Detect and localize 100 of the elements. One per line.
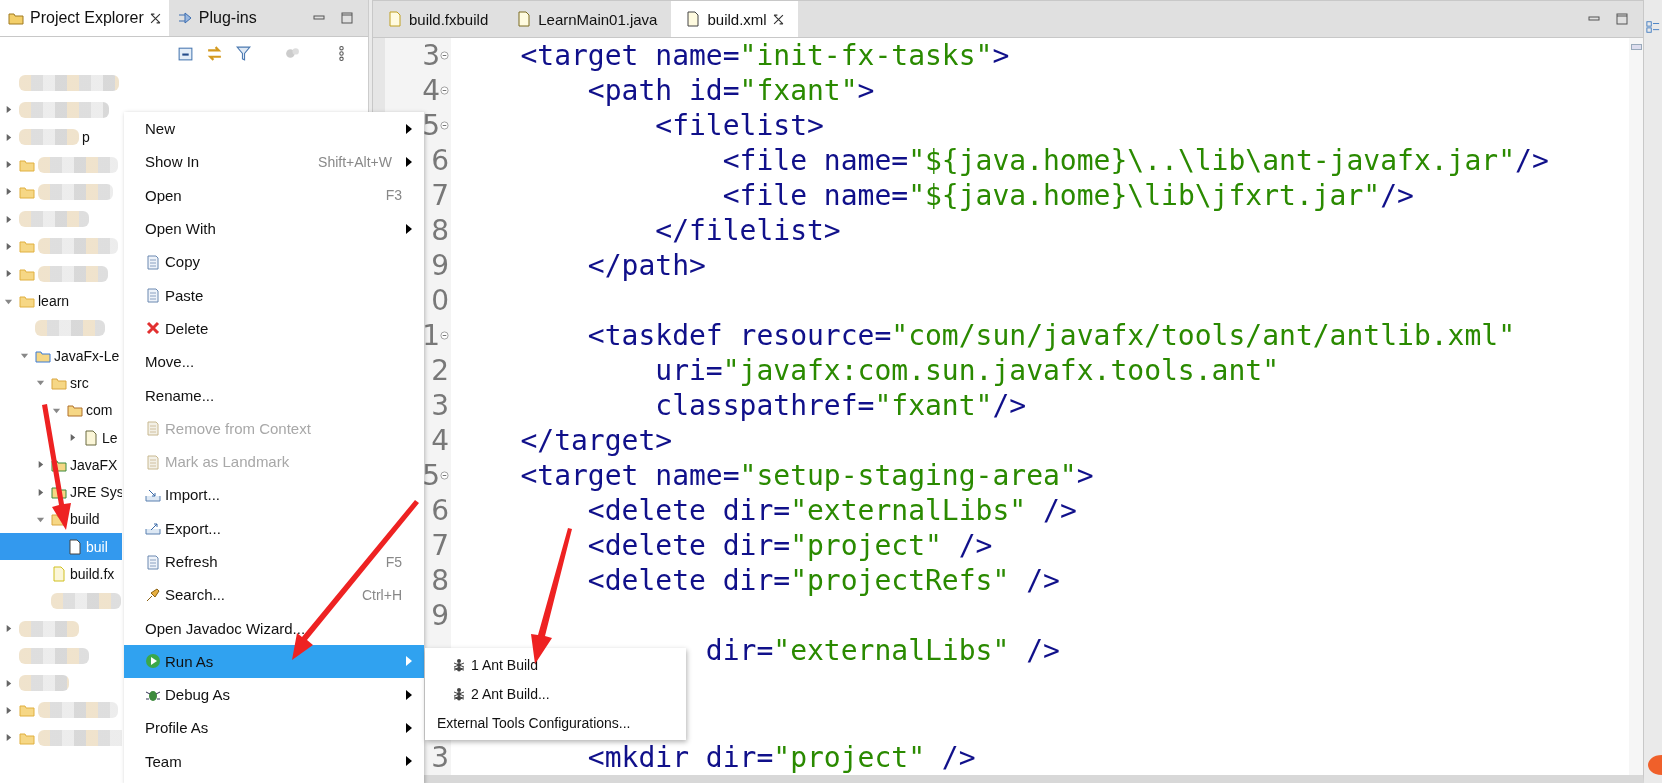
menu-item[interactable]: Copy	[124, 245, 424, 279]
fold-icon[interactable]	[440, 471, 449, 480]
expand-arrow-icon[interactable]	[4, 214, 13, 224]
blurred-text	[19, 647, 89, 664]
tree-item[interactable]: build.fx	[0, 560, 122, 588]
file-icon	[516, 11, 533, 27]
menu-item[interactable]: Export...	[124, 511, 424, 545]
fold-icon[interactable]	[440, 121, 449, 130]
expand-arrow-icon[interactable]	[4, 624, 13, 634]
search-icon	[145, 586, 161, 603]
tree-item[interactable]: com	[0, 396, 122, 424]
close-icon[interactable]	[772, 13, 784, 25]
code-line: uri="javafx:com.sun.javafx.tools.ant"	[655, 354, 1279, 387]
tree-item[interactable]: p	[0, 123, 122, 151]
floating-icon[interactable]	[1646, 753, 1662, 777]
link-arrows-icon[interactable]	[206, 44, 223, 62]
tree-item[interactable]: Le	[0, 423, 122, 452]
line-number: 9	[431, 599, 449, 632]
code-line: <delete dir="project" />	[587, 529, 993, 562]
submenu-arrow-icon	[406, 156, 412, 167]
expand-arrow-icon[interactable]	[36, 460, 45, 470]
view-tab[interactable]: Project Explorer	[0, 0, 169, 36]
submenu-arrow-icon	[406, 123, 412, 134]
code-line: classpathref="fxant"/>	[655, 389, 1027, 422]
submenu-arrow-icon	[406, 223, 412, 234]
copy-icon	[145, 253, 161, 270]
file-icon	[685, 11, 702, 27]
code-line: <target name="setup-staging-area">	[520, 459, 1094, 492]
expand-arrow-icon[interactable]	[68, 433, 77, 442]
line-number: 5	[422, 459, 440, 492]
menu-item[interactable]: External Tools Configurations...	[425, 708, 686, 738]
expand-arrow-icon[interactable]	[36, 378, 45, 388]
editor-tab[interactable]: build.fxbuild	[373, 1, 503, 37]
file-icon	[387, 11, 403, 27]
expand-arrow-icon[interactable]	[36, 487, 45, 497]
folder-icon	[19, 293, 35, 309]
expand-arrow-icon[interactable]	[4, 269, 13, 279]
menu-item[interactable]: Team	[124, 744, 424, 778]
ant-icon	[453, 657, 465, 672]
menu-item[interactable]: Move...	[124, 345, 424, 379]
menu-item[interactable]: New	[124, 112, 424, 146]
overview-marker	[1631, 44, 1642, 50]
line-number: 6	[431, 144, 449, 177]
shortcut-label: Shift+Alt+W	[318, 153, 392, 170]
expand-arrow-icon[interactable]	[4, 705, 13, 715]
item-label: p	[82, 129, 90, 146]
expand-arrow-icon[interactable]	[20, 351, 29, 361]
editor-tab[interactable]: build.xml	[671, 1, 798, 37]
line-number: 3	[431, 389, 449, 422]
menu-item[interactable]: Refresh F5	[124, 544, 424, 579]
close-icon[interactable]	[149, 12, 161, 24]
menu-item[interactable]: Import...	[124, 478, 424, 512]
line-number: 9	[431, 249, 449, 282]
code-line: <mkdir dir="project" />	[587, 741, 976, 774]
expand-arrow-icon[interactable]	[4, 241, 13, 251]
fold-icon[interactable]	[440, 86, 449, 95]
plug-icon	[176, 10, 193, 26]
file-icon	[83, 429, 99, 446]
menu-item[interactable]: Debug As	[124, 678, 424, 712]
menu-item[interactable]: Show In Shift+Alt+W	[124, 145, 424, 179]
code-line: <path id="fxant">	[587, 74, 875, 107]
menu-item[interactable]: Delete	[124, 311, 424, 346]
code-line: <file name="${java.home}\lib\jfxrt.jar"/>	[722, 179, 1414, 212]
expand-arrow-icon[interactable]	[4, 733, 13, 743]
menu-item[interactable]: Profile As	[124, 711, 424, 745]
menu-item[interactable]: Paste	[124, 278, 424, 312]
menu-item[interactable]: Open Javadoc Wizard...	[124, 611, 424, 645]
expand-arrow-icon[interactable]	[4, 132, 13, 142]
menu-item[interactable]: Rename...	[124, 378, 424, 412]
tree-item[interactable]: learn	[0, 287, 122, 315]
export-icon	[145, 520, 161, 537]
menu-item[interactable]: 2 Ant Build...	[425, 679, 686, 708]
menu-item[interactable]: Open With	[124, 211, 424, 246]
maximize-icon[interactable]	[340, 11, 354, 25]
expand-arrow-icon[interactable]	[4, 187, 13, 197]
expand-arrow-icon[interactable]	[4, 105, 13, 115]
menu-item[interactable]: Run As	[124, 644, 424, 679]
line-number: 1	[422, 319, 440, 352]
filter-icon[interactable]	[235, 44, 252, 62]
menu-item[interactable]: Open F3	[124, 178, 424, 212]
tree-item[interactable]: src	[0, 369, 122, 397]
maximize-icon[interactable]	[1615, 12, 1629, 26]
paste-icon	[145, 287, 161, 304]
expand-arrow-icon[interactable]	[4, 678, 13, 688]
menu-item[interactable]: Search... Ctrl+H	[124, 578, 424, 612]
submenu-arrow-icon	[406, 689, 412, 700]
view-tab[interactable]: Plug-ins	[168, 0, 265, 36]
outline-icon[interactable]	[1646, 20, 1660, 34]
submenu-arrow-icon	[406, 656, 412, 667]
fold-icon[interactable]	[440, 331, 449, 340]
file-icon	[67, 538, 83, 555]
blurred-text	[19, 675, 69, 692]
fold-icon[interactable]	[440, 51, 449, 60]
line-number: 4	[431, 424, 449, 457]
line-number: 2	[431, 354, 449, 387]
expand-arrow-icon[interactable]	[4, 160, 13, 170]
editor-tab[interactable]: LearnMain01.java	[502, 1, 672, 37]
menu-item[interactable]: 1 Ant Build	[425, 650, 686, 679]
tree-item[interactable]: JavaFx-Le	[0, 341, 122, 370]
code-line: </filelist>	[655, 214, 841, 247]
